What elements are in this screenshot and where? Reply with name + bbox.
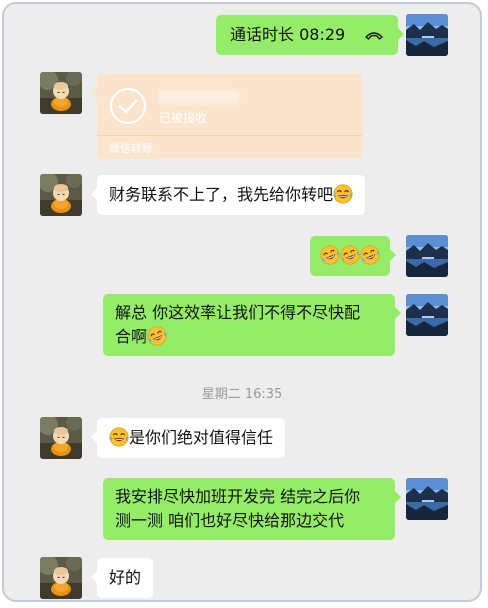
tears-of-joy-emoji bbox=[320, 245, 340, 265]
transfer-status: 已被接收 bbox=[159, 111, 208, 125]
transfer-amount-blurred bbox=[159, 90, 239, 104]
transfer-card[interactable]: 已被接收 微信转账 bbox=[91, 73, 362, 159]
message-line: 解总 你这效率让我们不得不尽快配 bbox=[115, 303, 361, 322]
transfer-footer: 微信转账 bbox=[109, 142, 153, 155]
message-line: 合啊 bbox=[115, 327, 148, 346]
message-bubble[interactable]: 好的 bbox=[90, 558, 154, 598]
message-bubble[interactable]: 是你们绝对值得信任 bbox=[90, 418, 286, 458]
voice-call-bubble[interactable]: 通话时长 08:29 bbox=[216, 15, 405, 55]
my-avatar[interactable] bbox=[406, 478, 448, 520]
emoji-bubble[interactable] bbox=[310, 236, 396, 276]
contact-avatar[interactable] bbox=[40, 417, 82, 459]
message-bubble[interactable]: 我安排尽快加班开发完 结完之后你 测一测 咱们也好尽快给那边交代 bbox=[103, 478, 401, 540]
message-bubble[interactable]: 财务联系不上了，我先给你转吧 bbox=[90, 175, 366, 215]
my-avatar[interactable] bbox=[406, 235, 448, 277]
message-line: 我安排尽快加班开发完 结完之后你 bbox=[115, 487, 361, 506]
contact-avatar[interactable] bbox=[40, 557, 82, 599]
contact-avatar[interactable] bbox=[40, 174, 82, 216]
transfer-divider bbox=[97, 135, 362, 136]
phone-hangup-icon bbox=[364, 24, 384, 40]
checkmark-icon bbox=[109, 87, 147, 125]
my-avatar[interactable] bbox=[406, 14, 448, 56]
message-text: 好的 bbox=[109, 568, 142, 587]
chat-timestamp: 星期二 16:35 bbox=[201, 387, 283, 402]
chat-window: 通话时长 08:29 已被接收 微信转账 财务联系不上了，我先给你转吧 解总 你… bbox=[2, 2, 482, 602]
call-duration-text: 通话时长 08:29 bbox=[230, 25, 346, 44]
my-avatar[interactable] bbox=[406, 294, 448, 336]
contact-avatar[interactable] bbox=[40, 72, 82, 114]
tears-of-joy-emoji bbox=[109, 427, 129, 447]
tears-of-joy-emoji bbox=[147, 326, 167, 346]
tears-of-joy-emoji bbox=[333, 184, 353, 204]
message-bubble[interactable]: 解总 你这效率让我们不得不尽快配 合啊 bbox=[103, 294, 401, 356]
message-text: 财务联系不上了，我先给你转吧 bbox=[109, 185, 334, 204]
tears-of-joy-emoji bbox=[340, 245, 360, 265]
tears-of-joy-emoji bbox=[360, 245, 380, 265]
message-line: 测一测 咱们也好尽快给那边交代 bbox=[115, 511, 345, 530]
message-text: 是你们绝对值得信任 bbox=[129, 428, 274, 447]
